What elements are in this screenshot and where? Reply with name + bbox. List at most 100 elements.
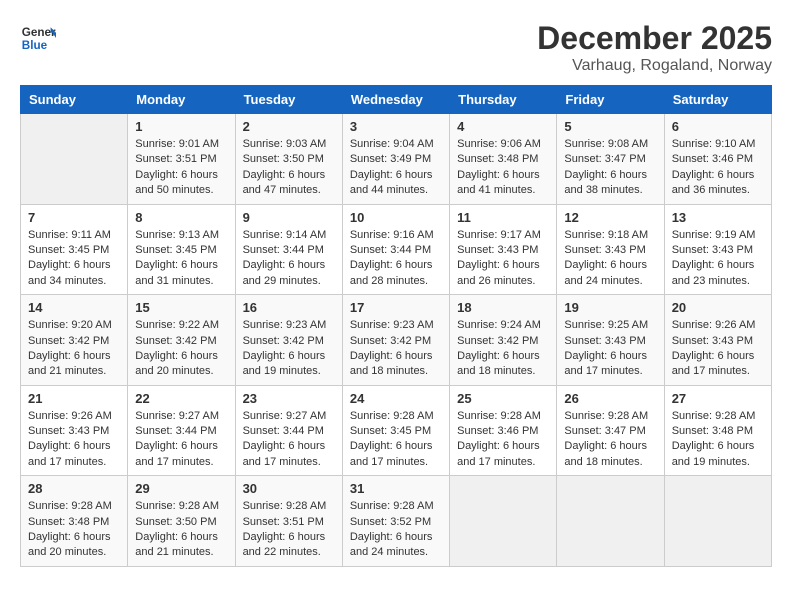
col-header-sunday: Sunday xyxy=(21,86,128,114)
cell-info: Sunrise: 9:10 AMSunset: 3:46 PMDaylight:… xyxy=(672,138,756,196)
cell-info: Sunrise: 9:23 AMSunset: 3:42 PMDaylight:… xyxy=(350,319,434,377)
month-title: December 2025 xyxy=(537,20,772,57)
calendar-cell: 12 Sunrise: 9:18 AMSunset: 3:43 PMDayligh… xyxy=(557,204,664,295)
cell-info: Sunrise: 9:28 AMSunset: 3:47 PMDaylight:… xyxy=(564,410,648,468)
cell-info: Sunrise: 9:14 AMSunset: 3:44 PMDaylight:… xyxy=(243,229,327,287)
calendar-cell: 13 Sunrise: 9:19 AMSunset: 3:43 PMDayligh… xyxy=(664,204,771,295)
calendar-body: 1 Sunrise: 9:01 AMSunset: 3:51 PMDaylight… xyxy=(21,114,772,567)
day-number: 31 xyxy=(350,481,442,496)
col-header-tuesday: Tuesday xyxy=(235,86,342,114)
cell-info: Sunrise: 9:28 AMSunset: 3:51 PMDaylight:… xyxy=(243,500,327,558)
page-header: General Blue December 2025 Varhaug, Roga… xyxy=(20,20,772,75)
calendar-cell: 15Sunrise: 9:22 AMSunset: 3:42 PMDayligh… xyxy=(128,295,235,386)
cell-info: Sunrise: 9:28 AMSunset: 3:48 PMDaylight:… xyxy=(672,410,756,468)
day-number: 11 xyxy=(457,210,549,225)
week-row-4: 21Sunrise: 9:26 AMSunset: 3:43 PMDayligh… xyxy=(21,385,772,476)
calendar-cell: 20Sunrise: 9:26 AMSunset: 3:43 PMDayligh… xyxy=(664,295,771,386)
location-title: Varhaug, Rogaland, Norway xyxy=(537,57,772,75)
calendar-cell: 24 Sunrise: 9:28 AMSunset: 3:45 PMDayligh… xyxy=(342,385,449,476)
calendar-table: SundayMondayTuesdayWednesdayThursdayFrid… xyxy=(20,85,772,567)
day-number: 27 xyxy=(672,391,764,406)
day-number: 19 xyxy=(564,300,656,315)
cell-info: Sunrise: 9:03 AMSunset: 3:50 PMDaylight:… xyxy=(243,138,327,196)
day-number: 12 xyxy=(564,210,656,225)
calendar-cell: 5 Sunrise: 9:08 AMSunset: 3:47 PMDaylight… xyxy=(557,114,664,205)
cell-info: Sunrise: 9:04 AMSunset: 3:49 PMDaylight:… xyxy=(350,138,434,196)
calendar-cell: 26 Sunrise: 9:28 AMSunset: 3:47 PMDayligh… xyxy=(557,385,664,476)
cell-info: Sunrise: 9:28 AMSunset: 3:48 PMDaylight:… xyxy=(28,500,112,558)
logo: General Blue xyxy=(20,20,56,56)
cell-info: Sunrise: 9:19 AMSunset: 3:43 PMDaylight:… xyxy=(672,229,756,287)
cell-info: Sunrise: 9:17 AMSunset: 3:43 PMDaylight:… xyxy=(457,229,541,287)
calendar-cell: 19 Sunrise: 9:25 AMSunset: 3:43 PMDayligh… xyxy=(557,295,664,386)
day-number: 24 xyxy=(350,391,442,406)
cell-info: Sunrise: 9:13 AMSunset: 3:45 PMDaylight:… xyxy=(135,229,219,287)
cell-info: Sunrise: 9:18 AMSunset: 3:43 PMDaylight:… xyxy=(564,229,648,287)
cell-info: Sunrise: 9:16 AMSunset: 3:44 PMDaylight:… xyxy=(350,229,434,287)
calendar-cell: 21Sunrise: 9:26 AMSunset: 3:43 PMDayligh… xyxy=(21,385,128,476)
calendar-cell: 23Sunrise: 9:27 AMSunset: 3:44 PMDayligh… xyxy=(235,385,342,476)
calendar-cell: 17 Sunrise: 9:23 AMSunset: 3:42 PMDayligh… xyxy=(342,295,449,386)
title-area: December 2025 Varhaug, Rogaland, Norway xyxy=(537,20,772,75)
cell-info: Sunrise: 9:24 AMSunset: 3:42 PMDaylight:… xyxy=(457,319,541,377)
day-number: 4 xyxy=(457,119,549,134)
day-number: 8 xyxy=(135,210,227,225)
cell-info: Sunrise: 9:28 AMSunset: 3:46 PMDaylight:… xyxy=(457,410,541,468)
calendar-cell xyxy=(664,476,771,567)
calendar-header-row: SundayMondayTuesdayWednesdayThursdayFrid… xyxy=(21,86,772,114)
day-number: 16 xyxy=(243,300,335,315)
day-number: 7 xyxy=(28,210,120,225)
week-row-2: 7 Sunrise: 9:11 AMSunset: 3:45 PMDaylight… xyxy=(21,204,772,295)
calendar-cell: 11 Sunrise: 9:17 AMSunset: 3:43 PMDayligh… xyxy=(450,204,557,295)
cell-info: Sunrise: 9:01 AMSunset: 3:51 PMDaylight:… xyxy=(135,138,219,196)
day-number: 15 xyxy=(135,300,227,315)
calendar-cell: 22 Sunrise: 9:27 AMSunset: 3:44 PMDayligh… xyxy=(128,385,235,476)
day-number: 30 xyxy=(243,481,335,496)
day-number: 21 xyxy=(28,391,120,406)
day-number: 17 xyxy=(350,300,442,315)
day-number: 29 xyxy=(135,481,227,496)
calendar-cell: 1 Sunrise: 9:01 AMSunset: 3:51 PMDaylight… xyxy=(128,114,235,205)
week-row-3: 14 Sunrise: 9:20 AMSunset: 3:42 PMDayligh… xyxy=(21,295,772,386)
calendar-cell: 3 Sunrise: 9:04 AMSunset: 3:49 PMDaylight… xyxy=(342,114,449,205)
day-number: 26 xyxy=(564,391,656,406)
day-number: 22 xyxy=(135,391,227,406)
calendar-cell xyxy=(557,476,664,567)
cell-info: Sunrise: 9:11 AMSunset: 3:45 PMDaylight:… xyxy=(28,229,111,287)
col-header-thursday: Thursday xyxy=(450,86,557,114)
cell-info: Sunrise: 9:20 AMSunset: 3:42 PMDaylight:… xyxy=(28,319,112,377)
cell-info: Sunrise: 9:28 AMSunset: 3:45 PMDaylight:… xyxy=(350,410,434,468)
day-number: 20 xyxy=(672,300,764,315)
calendar-cell: 6Sunrise: 9:10 AMSunset: 3:46 PMDaylight… xyxy=(664,114,771,205)
calendar-cell: 28Sunrise: 9:28 AMSunset: 3:48 PMDayligh… xyxy=(21,476,128,567)
cell-info: Sunrise: 9:23 AMSunset: 3:42 PMDaylight:… xyxy=(243,319,327,377)
col-header-wednesday: Wednesday xyxy=(342,86,449,114)
cell-info: Sunrise: 9:28 AMSunset: 3:52 PMDaylight:… xyxy=(350,500,434,558)
calendar-cell xyxy=(450,476,557,567)
cell-info: Sunrise: 9:28 AMSunset: 3:50 PMDaylight:… xyxy=(135,500,219,558)
week-row-1: 1 Sunrise: 9:01 AMSunset: 3:51 PMDaylight… xyxy=(21,114,772,205)
calendar-cell: 14 Sunrise: 9:20 AMSunset: 3:42 PMDayligh… xyxy=(21,295,128,386)
day-number: 3 xyxy=(350,119,442,134)
day-number: 25 xyxy=(457,391,549,406)
calendar-cell: 29 Sunrise: 9:28 AMSunset: 3:50 PMDayligh… xyxy=(128,476,235,567)
calendar-cell: 30 Sunrise: 9:28 AMSunset: 3:51 PMDayligh… xyxy=(235,476,342,567)
day-number: 14 xyxy=(28,300,120,315)
calendar-cell: 25 Sunrise: 9:28 AMSunset: 3:46 PMDayligh… xyxy=(450,385,557,476)
cell-info: Sunrise: 9:25 AMSunset: 3:43 PMDaylight:… xyxy=(564,319,648,377)
calendar-cell: 18Sunrise: 9:24 AMSunset: 3:42 PMDayligh… xyxy=(450,295,557,386)
cell-info: Sunrise: 9:27 AMSunset: 3:44 PMDaylight:… xyxy=(135,410,219,468)
day-number: 5 xyxy=(564,119,656,134)
calendar-cell: 10Sunrise: 9:16 AMSunset: 3:44 PMDayligh… xyxy=(342,204,449,295)
col-header-friday: Friday xyxy=(557,86,664,114)
day-number: 13 xyxy=(672,210,764,225)
cell-info: Sunrise: 9:08 AMSunset: 3:47 PMDaylight:… xyxy=(564,138,648,196)
calendar-cell xyxy=(21,114,128,205)
week-row-5: 28Sunrise: 9:28 AMSunset: 3:48 PMDayligh… xyxy=(21,476,772,567)
calendar-cell: 2Sunrise: 9:03 AMSunset: 3:50 PMDaylight… xyxy=(235,114,342,205)
logo-icon: General Blue xyxy=(20,20,56,56)
svg-text:Blue: Blue xyxy=(22,39,48,52)
col-header-monday: Monday xyxy=(128,86,235,114)
col-header-saturday: Saturday xyxy=(664,86,771,114)
day-number: 1 xyxy=(135,119,227,134)
